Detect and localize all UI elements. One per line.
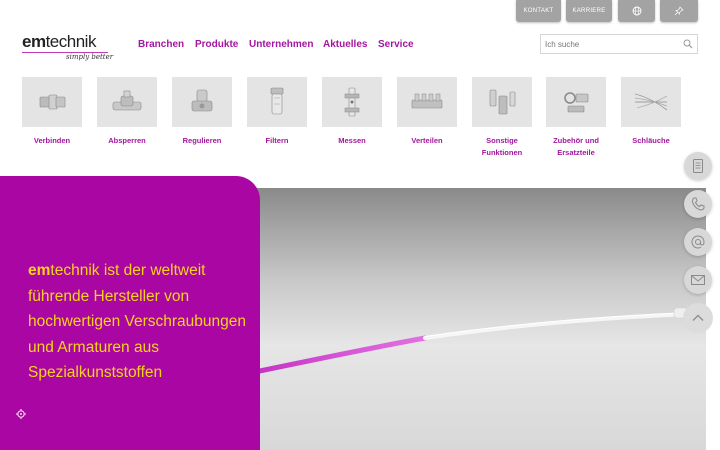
category-label: Zubehör und Ersatzteile xyxy=(553,136,599,157)
at-icon xyxy=(691,235,705,249)
hero-headline: emtechnik ist der weltweit führende Hers… xyxy=(28,258,253,386)
search-input[interactable] xyxy=(541,35,679,53)
category-messen[interactable]: Messen xyxy=(322,77,384,147)
hero-text-body: technik ist der weltweit führende Herste… xyxy=(28,262,247,381)
page: KONTAKT KARRIERE emtechnik simply better… xyxy=(0,0,720,450)
category-tile xyxy=(322,77,382,127)
category-tile xyxy=(97,77,157,127)
category-verbinden[interactable]: Verbinden xyxy=(22,77,84,147)
category-absperren[interactable]: Absperren xyxy=(97,77,159,147)
nav-service[interactable]: Service xyxy=(378,39,414,50)
email-at-button[interactable] xyxy=(684,228,712,256)
connector-icon xyxy=(39,94,66,110)
logo-tagline: simply better xyxy=(66,53,114,61)
category-tile xyxy=(22,77,82,127)
hero-brand-bold: em xyxy=(28,262,51,279)
category-tile xyxy=(247,77,307,127)
category-tile xyxy=(172,77,232,127)
filter-icon xyxy=(270,87,284,115)
globe-icon xyxy=(632,6,641,16)
category-label: Messen xyxy=(338,136,366,145)
scroll-to-top-button[interactable] xyxy=(683,303,713,333)
category-label: Filtern xyxy=(265,136,289,145)
pin-icon xyxy=(674,6,684,16)
logo-rest: technik xyxy=(45,32,97,51)
category-zubehoer[interactable]: Zubehör und Ersatzteile xyxy=(546,77,608,159)
valve-icon xyxy=(112,90,142,111)
nav-aktuelles[interactable]: Aktuelles xyxy=(323,39,367,50)
nav-produkte[interactable]: Produkte xyxy=(195,39,238,50)
brochure-button[interactable] xyxy=(684,152,712,180)
mail-icon xyxy=(691,275,705,285)
category-tile xyxy=(621,77,681,127)
category-schlaeuche[interactable]: Schläuche xyxy=(621,77,683,147)
newsletter-button[interactable] xyxy=(684,266,712,294)
tubing-icon xyxy=(634,93,668,111)
category-filtern[interactable]: Filtern xyxy=(247,77,309,147)
hero-image xyxy=(250,188,706,450)
category-label: Regulieren xyxy=(182,136,222,145)
kontakt-button[interactable]: KONTAKT xyxy=(516,0,561,22)
karriere-label: KARRIERE xyxy=(572,8,606,14)
category-label: Sonstige Funktionen xyxy=(481,136,523,157)
karriere-button[interactable]: KARRIERE xyxy=(566,0,612,22)
search-box xyxy=(540,34,698,54)
kontakt-label: KONTAKT xyxy=(523,8,554,14)
category-label: Absperren xyxy=(108,136,146,145)
nav-branchen[interactable]: Branchen xyxy=(138,39,184,50)
category-sonstige-funktionen[interactable]: Sonstige Funktionen xyxy=(472,77,534,159)
pin-button[interactable] xyxy=(660,0,698,22)
search-icon[interactable] xyxy=(683,39,693,49)
category-verteilen[interactable]: Verteilen xyxy=(397,77,459,147)
tube-image xyxy=(250,188,706,450)
nav-unternehmen[interactable]: Unternehmen xyxy=(249,39,313,50)
language-button[interactable] xyxy=(618,0,655,22)
accessories-icon xyxy=(564,92,589,113)
category-tile xyxy=(397,77,457,127)
logo-wordmark: emtechnik xyxy=(22,33,112,50)
emtechnik-logo[interactable]: emtechnik simply better xyxy=(22,33,114,63)
document-icon xyxy=(693,159,703,173)
phone-button[interactable] xyxy=(684,190,712,218)
regulator-icon xyxy=(191,89,213,112)
phone-icon xyxy=(691,197,705,211)
category-label: Schläuche xyxy=(632,136,670,145)
manifold-icon xyxy=(411,93,443,109)
category-tile xyxy=(546,77,606,127)
category-label: Verbinden xyxy=(33,136,71,145)
flowmeter-icon xyxy=(344,87,360,117)
category-tile xyxy=(472,77,532,127)
chevron-up-icon xyxy=(692,314,704,321)
category-label: Verteilen xyxy=(411,136,443,145)
category-regulieren[interactable]: Regulieren xyxy=(172,77,234,147)
cookie-settings-icon[interactable] xyxy=(15,408,27,420)
logo-bold: em xyxy=(22,32,46,51)
misc-fittings-icon xyxy=(489,89,516,115)
